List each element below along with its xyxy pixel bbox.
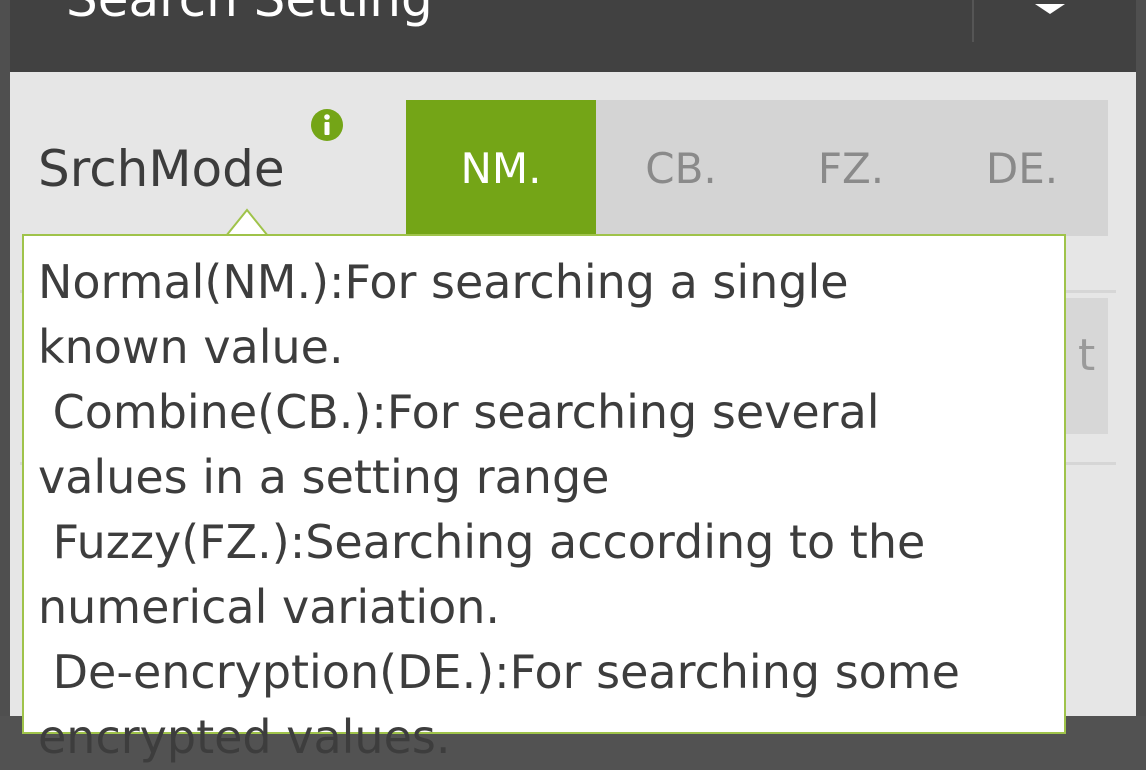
dialog-titlebar: Search Setting [10,0,1136,72]
left-gutter [0,0,10,716]
mode-option-fz[interactable]: FZ. [766,100,936,236]
search-setting-dialog: Search Setting SrchMode NM. CB. FZ. DE. … [10,0,1136,764]
mode-option-nm[interactable]: NM. [406,100,596,236]
mode-option-de[interactable]: DE. [936,100,1108,236]
tooltip-line: Combine(CB.):For searching several [38,385,880,439]
search-mode-tooltip: Normal(NM.):For searching a single known … [22,234,1066,764]
tooltip-text: Normal(NM.):For searching a single known … [38,250,960,770]
dropdown-icon[interactable] [1010,0,1090,40]
tooltip-line: Normal(NM.):For searching a single [38,255,849,309]
info-icon[interactable] [310,108,344,142]
title-divider [972,0,974,42]
search-mode-label: SrchMode [38,140,285,198]
partially-hidden-field-text: t [1078,330,1096,381]
tooltip-line: encrypted values. [38,710,451,764]
tooltip-line: numerical variation. [38,580,501,634]
tooltip-line: De-encryption(DE.):For searching some [38,645,960,699]
dialog-title: Search Setting [66,0,433,28]
mode-option-cb[interactable]: CB. [596,100,766,236]
right-gutter [1136,0,1146,716]
tooltip-line: Fuzzy(FZ.):Searching according to the [38,515,926,569]
tooltip-line: values in a setting range [38,450,610,504]
search-mode-selector: NM. CB. FZ. DE. [406,100,1108,236]
tooltip-line: known value. [38,320,344,374]
